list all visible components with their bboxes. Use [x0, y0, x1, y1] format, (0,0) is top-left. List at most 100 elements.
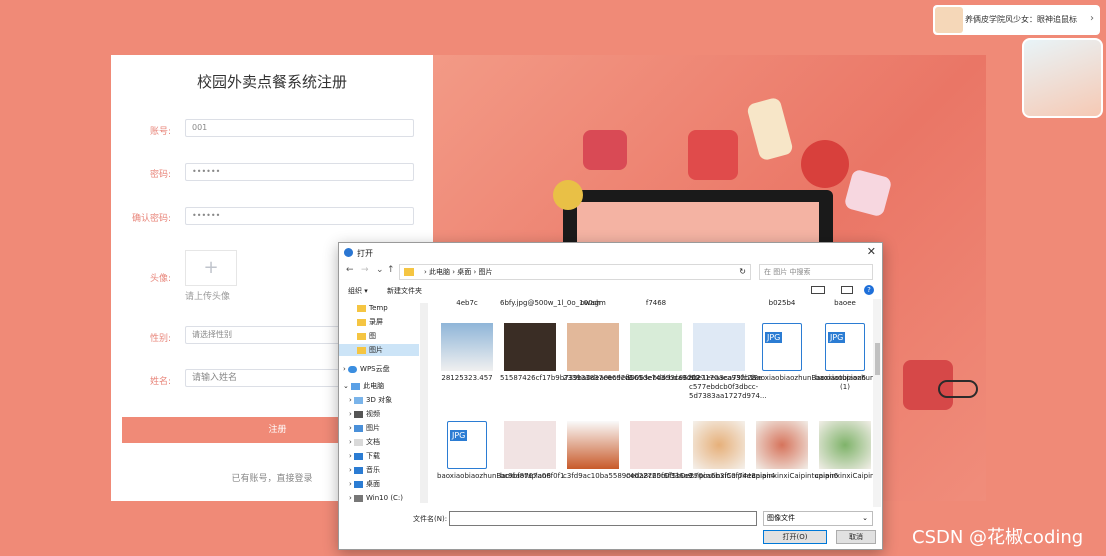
chevron-down-icon: ⌄	[862, 514, 868, 522]
video-icon	[354, 410, 364, 418]
file-item[interactable]: caipinxinxiCaipintupian4	[689, 421, 775, 481]
page-title: 校园外卖点餐系统注册	[196, 73, 347, 91]
browser-icon	[344, 248, 353, 257]
forward-arrow-icon[interactable]: →	[361, 265, 369, 275]
refresh-icon[interactable]: ↻	[739, 265, 746, 279]
tree-scrollbar[interactable]	[420, 303, 428, 503]
cube-icon	[354, 396, 364, 404]
help-icon[interactable]: ?	[864, 285, 874, 295]
password-input[interactable]: ••••••	[185, 163, 414, 181]
search-input[interactable]: 在 图片 中搜索	[759, 264, 873, 280]
breadcrumb: › 此电脑 › 桌面 › 图片	[424, 268, 493, 276]
tree-item-this-pc[interactable]: ⌄ 此电脑	[343, 380, 384, 392]
tree-item-3d-objects[interactable]: › 3D 对象	[349, 394, 392, 406]
image-thumbnail	[756, 421, 808, 469]
tree-item-music[interactable]: › 音乐	[349, 464, 380, 476]
tree-item-videos[interactable]: › 视频	[349, 408, 380, 420]
file-item[interactable]: c4022760c0f5b0e270ca5b3f50f74e3	[626, 421, 756, 481]
name-label: 姓名:	[149, 377, 171, 387]
confirm-password-input[interactable]: ••••••	[185, 207, 414, 225]
up-arrow-icon[interactable]: ↑	[387, 265, 395, 275]
image-thumbnail	[819, 421, 871, 469]
tree-item-images[interactable]: 图	[357, 330, 376, 342]
file-item[interactable]: c3fd9ac10ba55890eda8c25f6f336a9	[563, 421, 692, 481]
watermark: CSDN @花椒coding	[912, 527, 1084, 548]
tree-item-c-drive[interactable]: › Win10 (C:)	[349, 492, 403, 504]
address-bar[interactable]: › 此电脑 › 桌面 › 图片 ↻	[399, 264, 751, 280]
confirm-password-label: 确认密码:	[131, 214, 171, 224]
file-grid: 4eb7c 6bfy.jpg@500w_1l_0o_100sh owagm f7…	[437, 299, 877, 507]
tv-graphic	[688, 130, 738, 180]
file-item[interactable]: 233933837e66ded565de743cbda9d52	[563, 323, 700, 383]
file-item[interactable]: caipinxinxiCaipintupian8	[815, 421, 877, 481]
computer-icon	[351, 382, 361, 390]
preview-pane-icon[interactable]	[841, 286, 853, 294]
organize-menu[interactable]: 组织 ▾	[348, 286, 368, 296]
back-arrow-icon[interactable]: ←	[346, 265, 354, 275]
glasses-graphic	[938, 380, 978, 398]
music-icon	[354, 466, 364, 474]
ad-text: 养俩皮学院风少女：眼神追鼠标	[965, 15, 1077, 24]
recent-dropdown-icon[interactable]: ⌄	[376, 265, 384, 275]
tree-item-pictures-selected[interactable]: 图片	[339, 344, 419, 356]
tree-item-desktop[interactable]: › 桌面	[349, 478, 380, 490]
file-item[interactable]: JPG baoxiaobiaozhunBaoxiaotupian6	[752, 323, 866, 383]
image-thumbnail	[630, 421, 682, 469]
image-thumbnail	[630, 323, 682, 371]
jpg-file-icon: JPG	[762, 323, 802, 371]
list-item[interactable]: baoee	[815, 299, 875, 308]
ad-avatar	[935, 7, 963, 33]
tree-item-recordings[interactable]: 录屏	[357, 316, 383, 328]
file-item[interactable]: JPGbaoxiaobiaozhunBaoxiaotupian8 (1)	[815, 323, 877, 392]
tree-item-documents[interactable]: › 文档	[349, 436, 380, 448]
tree-item-pictures[interactable]: › 图片	[349, 422, 380, 434]
open-button[interactable]: 打开(O)	[763, 530, 827, 544]
tree-item-downloads[interactable]: › 下载	[349, 450, 380, 462]
view-options-icon[interactable]	[811, 286, 825, 294]
jpg-file-icon: JPG	[825, 323, 865, 371]
calendar-graphic	[843, 168, 893, 218]
desktop-icon	[354, 480, 364, 488]
scrollbar-thumb[interactable]	[875, 343, 880, 375]
tree-item-wps-cloud[interactable]: › WPS云盘	[343, 363, 390, 375]
navigation-pane: Temp 录屏 图 图片 › WPS云盘 ⌄ 此电脑 › 3D 对象 › 视频 …	[339, 299, 429, 507]
file-open-dialog: 打开 ✕ ← → ⌄ ↑ › 此电脑 › 桌面 › 图片 ↻ 在 图片 中搜索 …	[338, 242, 883, 550]
drive-icon	[354, 494, 364, 502]
list-item[interactable]: b025b4	[752, 299, 812, 308]
folder-icon	[357, 304, 366, 312]
avatar-label: 头像:	[149, 274, 171, 284]
gender-label: 性别:	[149, 334, 171, 344]
file-item[interactable]: 28125323.457	[437, 323, 497, 383]
image-thumbnail	[693, 421, 745, 469]
chevron-down-icon: ⌄	[343, 382, 352, 390]
file-grid-scrollbar[interactable]	[873, 299, 881, 507]
list-item[interactable]: owagm	[563, 299, 623, 308]
tree-item-temp[interactable]: Temp	[357, 302, 388, 314]
ad-image[interactable]	[1022, 38, 1103, 118]
cancel-button[interactable]: 取消	[836, 530, 876, 544]
filename-label: 文件名(N):	[413, 515, 448, 523]
new-folder-button[interactable]: 新建文件夹	[387, 286, 422, 296]
cloud-icon	[348, 365, 358, 373]
ad-banner[interactable]: 养俩皮学院风少女：眼神追鼠标 ›	[933, 5, 1100, 35]
gift-box-graphic	[583, 130, 627, 170]
file-item[interactable]: 51587426cf17b9b739ba0dea0ec92f9	[500, 323, 632, 383]
file-item[interactable]: abe1eea3ca79fc28-c577ebdcb0f3dbcc-5d7383…	[689, 323, 767, 401]
filename-input[interactable]	[449, 511, 757, 526]
filetype-select[interactable]: 图像文件 ⌄	[763, 511, 873, 526]
document-icon	[354, 438, 364, 446]
close-icon[interactable]: ✕	[867, 245, 876, 258]
image-thumbnail	[693, 323, 745, 371]
dialog-title: 打开	[357, 249, 373, 258]
file-item[interactable]: caipinxinxiCaipintupian6	[752, 421, 838, 481]
file-item[interactable]: bc9bf8767a06f0f1	[500, 421, 565, 481]
list-item[interactable]: 4eb7c	[437, 299, 497, 308]
list-item[interactable]: f7468	[626, 299, 686, 308]
ball-graphic	[553, 180, 583, 210]
chevron-right-icon: ›	[1090, 13, 1094, 24]
account-input[interactable]: 001	[185, 119, 414, 137]
list-item[interactable]: 6bfy.jpg@500w_1l_0o_100sh	[500, 299, 601, 308]
avatar-upload-button[interactable]: +	[185, 250, 237, 286]
file-item[interactable]: a0063ebdd93c662027170aea932b12e	[626, 323, 762, 383]
file-item[interactable]: JPG baoxiaobiaozhunBaoxiaotupian8	[437, 421, 551, 481]
